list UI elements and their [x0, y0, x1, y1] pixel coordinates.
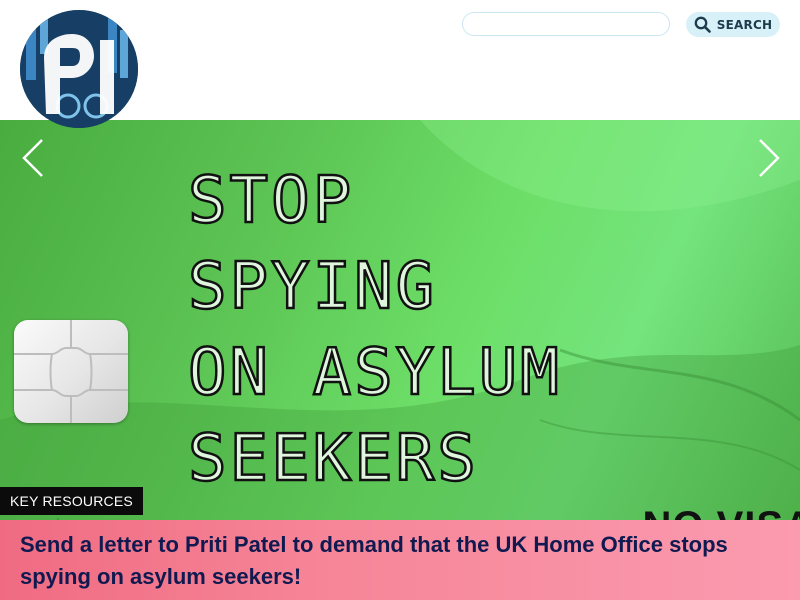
chevron-left-icon	[22, 139, 43, 177]
sim-chip-graphic	[14, 320, 128, 423]
site-logo[interactable]	[20, 10, 138, 128]
chevron-right-icon	[759, 139, 780, 177]
search-icon	[694, 16, 711, 33]
hero-headline: STOP SPYING ON ASYLUM SEEKERS	[187, 158, 562, 502]
hero-headline-line: SPYING	[187, 249, 438, 326]
carousel-next-button[interactable]	[750, 136, 786, 180]
site-header: SEARCH	[0, 0, 800, 128]
hero-headline-line: SEEKERS	[187, 421, 479, 498]
hero-headline-line: ON ASYLUM	[187, 335, 562, 412]
slide-caption: Send a letter to Priti Patel to demand t…	[0, 520, 800, 600]
sim-chip-icon	[14, 320, 128, 423]
category-badge[interactable]: KEY RESOURCES	[0, 487, 143, 515]
carousel-prev-button[interactable]	[18, 136, 54, 180]
hero-headline-line: STOP	[187, 163, 355, 240]
search-button-label: SEARCH	[716, 17, 773, 32]
slide-caption-title[interactable]: Send a letter to Priti Patel to demand t…	[20, 529, 780, 593]
search-button[interactable]: SEARCH	[686, 12, 780, 37]
search-input[interactable]	[462, 12, 670, 36]
logo-graphic	[20, 10, 138, 128]
